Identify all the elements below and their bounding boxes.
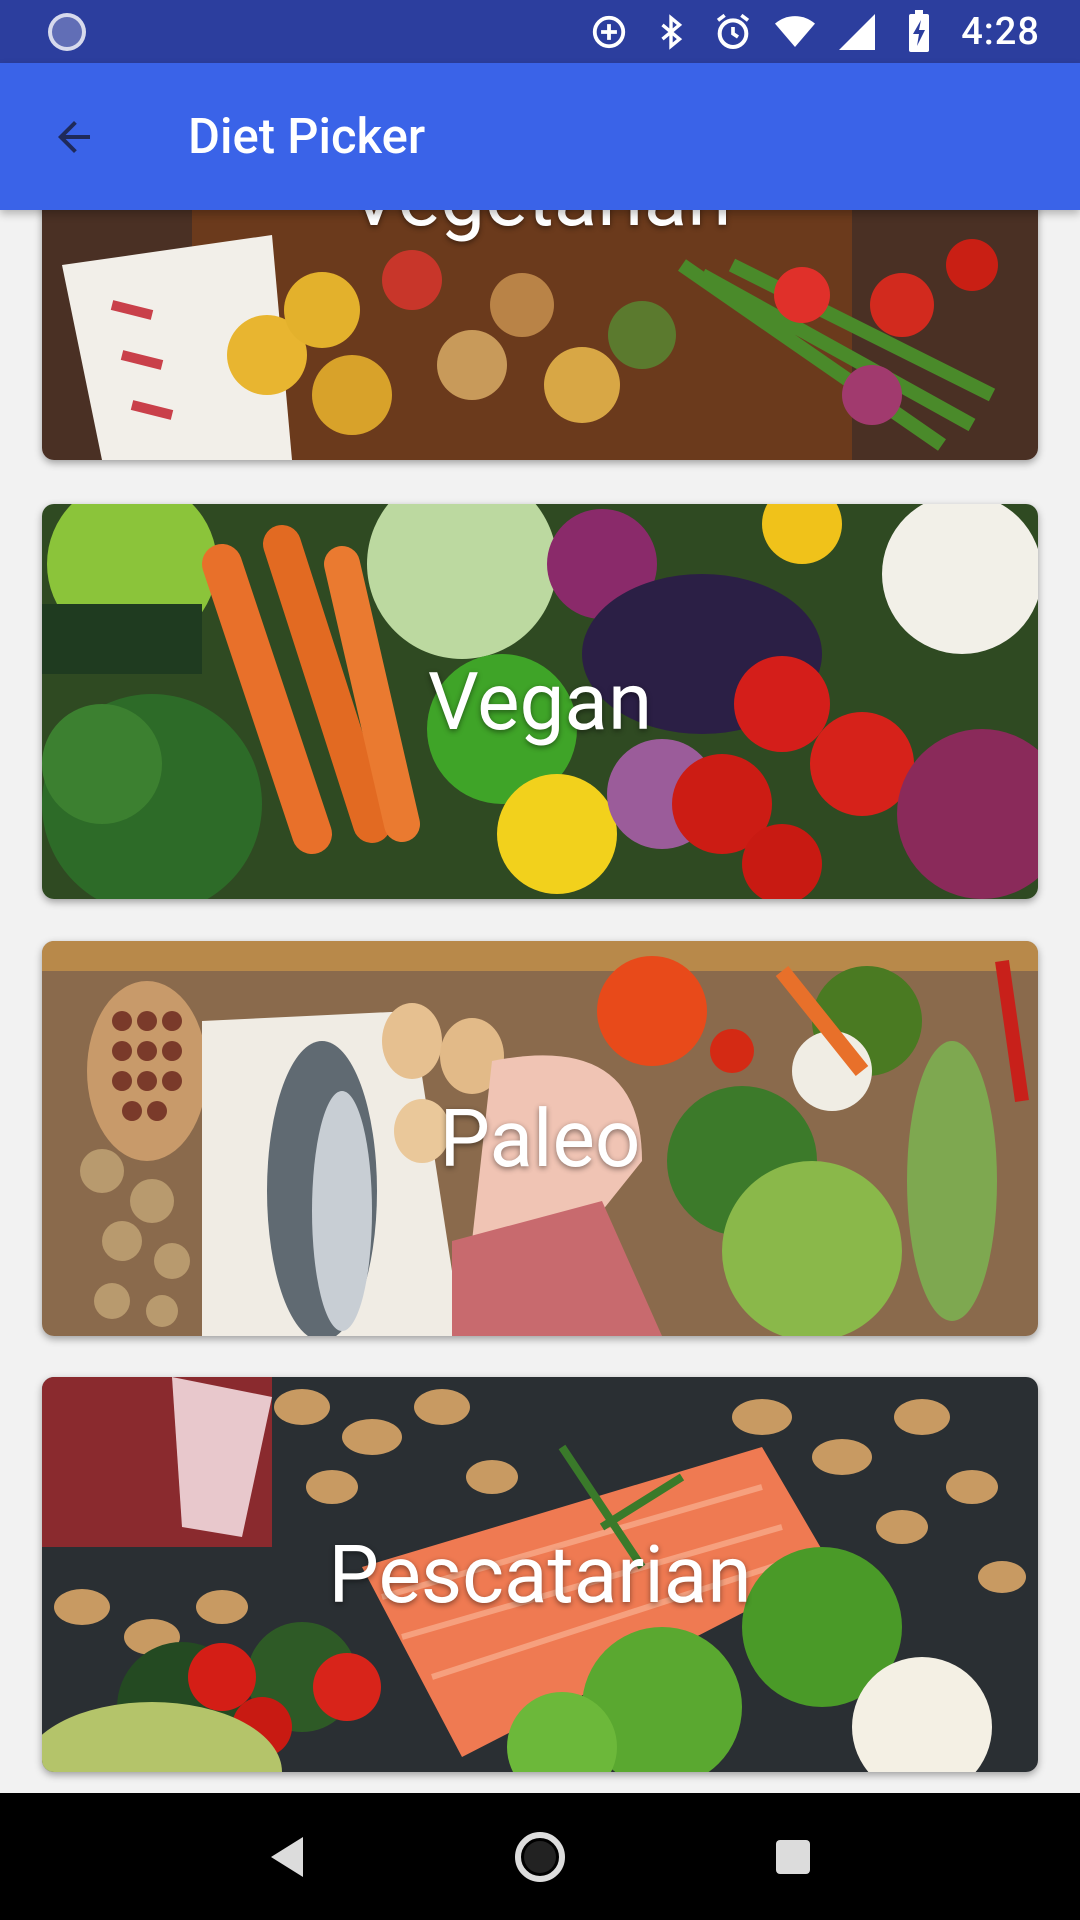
- diet-label: Pescatarian: [328, 1527, 752, 1622]
- nav-recents-button[interactable]: [748, 1812, 838, 1902]
- back-triangle-icon: [270, 1836, 303, 1877]
- data-saver-icon: [589, 12, 629, 52]
- diet-label: Vegan: [427, 654, 653, 749]
- status-bar: 4:28: [0, 0, 1080, 63]
- nav-back-button[interactable]: [242, 1812, 332, 1902]
- diet-card-paleo[interactable]: Paleo: [42, 941, 1038, 1336]
- system-nav-bar: [0, 1793, 1080, 1920]
- status-time: 4:28: [961, 9, 1040, 54]
- home-circle-icon: [514, 1831, 565, 1882]
- bluetooth-icon: [651, 12, 691, 52]
- arrow-back-icon: [58, 120, 90, 153]
- recents-square-icon: [776, 1839, 811, 1874]
- alarm-icon: [713, 12, 753, 52]
- app-bar: Diet Picker: [0, 63, 1080, 210]
- diet-card-vegetarian[interactable]: Vegetarian: [42, 210, 1038, 460]
- diet-label: Paleo: [439, 1091, 641, 1186]
- diet-card-pescatarian[interactable]: Pescatarian: [42, 1377, 1038, 1772]
- diet-list[interactable]: Vegetarian Vegan: [0, 210, 1080, 1793]
- diet-card-vegan[interactable]: Vegan: [42, 504, 1038, 899]
- battery-charging-icon: [899, 9, 939, 52]
- back-button[interactable]: [34, 97, 114, 177]
- loading-spinner-icon: [48, 12, 86, 51]
- nav-home-button[interactable]: [495, 1812, 585, 1902]
- cell-signal-icon: [837, 12, 877, 52]
- wifi-icon: [775, 12, 816, 52]
- diet-label: Vegetarian: [349, 210, 732, 245]
- page-title: Diet Picker: [188, 108, 426, 165]
- vegetarian-image: [42, 210, 1038, 460]
